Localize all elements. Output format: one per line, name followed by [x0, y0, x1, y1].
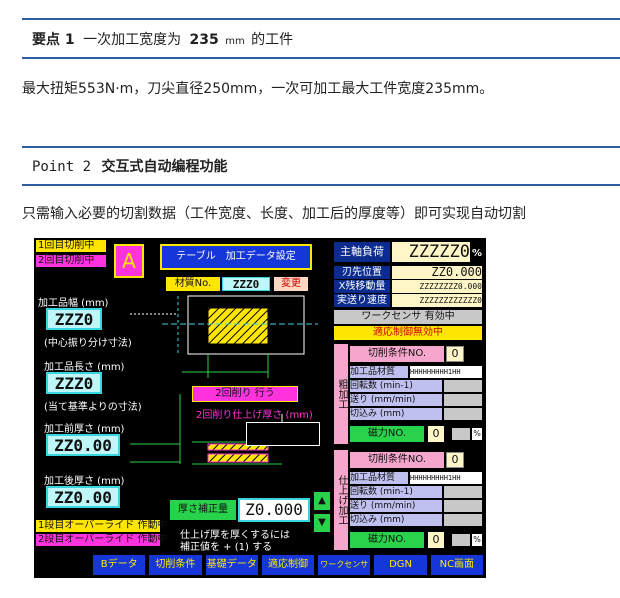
- spindle-load-unit: %: [472, 248, 483, 259]
- finish-feed-label: 送り (mm/min): [350, 500, 442, 512]
- finish-material-value: HHHHHHHHH1HH: [410, 472, 482, 484]
- material-label: 材質No.: [166, 277, 220, 291]
- rough-depth-label: 切込み (mm): [350, 408, 442, 420]
- rough-feed-value: [444, 394, 482, 406]
- section1-title-num: 235: [189, 32, 219, 48]
- tab-adaptive-control[interactable]: 適応制御: [260, 554, 316, 576]
- tab-nc-screen[interactable]: NC画面: [429, 554, 484, 576]
- finish-feed-value: [444, 500, 482, 512]
- material-input[interactable]: ZZZ0: [222, 277, 270, 291]
- adaptive-control-status: 適応制御無効中: [334, 326, 482, 340]
- correction-down-button[interactable]: ▼: [314, 514, 330, 532]
- rough-rpm-value: [444, 380, 482, 392]
- tab-b-data[interactable]: Bデータ: [92, 554, 147, 576]
- overdrive-stage-2: 2段目オーバーライド 作動中: [36, 534, 168, 546]
- work-length-input[interactable]: ZZZ0: [46, 372, 102, 394]
- second-cut-thickness-label: 2回削り仕上げ厚さ (mm): [196, 410, 313, 421]
- section2-top-rule: [22, 146, 620, 148]
- section1-heading: 要点 1 一次加工宽度为 235 mm 的工件: [32, 29, 293, 49]
- rough-mag-bar: [452, 428, 470, 440]
- rough-material-value: HHHHHHHHH1HH: [410, 366, 482, 378]
- finish-percent: %: [472, 534, 482, 546]
- thickness-correction-input[interactable]: Z0.000: [238, 498, 310, 522]
- rough-material-label: 加工品材質: [350, 366, 408, 378]
- work-sensor-status: ワークセンサ 有効中: [334, 310, 482, 324]
- rough-vertical-label: 粗加工: [334, 344, 348, 444]
- section1-prefix: 要点 1: [32, 32, 75, 48]
- cnc-screen: 1回目切削中 2回目切削中 A テーブル 加工データ設定 材質No. ZZZ0 …: [34, 238, 486, 578]
- feed-speed-label: 実送り速度: [334, 294, 390, 307]
- section2-bottom-rule: [22, 184, 620, 186]
- rough-mag-input[interactable]: 0: [428, 426, 444, 442]
- section2-title: 交互式自动编程功能: [101, 159, 228, 175]
- spindle-load-label: 主軸負荷: [334, 242, 390, 262]
- section1-top-rule: [22, 18, 620, 20]
- change-button[interactable]: 変更: [274, 277, 308, 291]
- section1-title-a: 一次加工宽度为: [83, 32, 182, 48]
- x-remaining-label: X残移動量: [334, 280, 390, 293]
- status-second-cut: 2回目切削中: [36, 255, 106, 267]
- overdrive-stage-1: 1段目オーバーライド 作動中: [36, 520, 168, 532]
- finish-rpm-label: 回転数 (min-1): [350, 486, 442, 498]
- finish-vertical-label: 仕上げ加工: [334, 450, 348, 550]
- finish-rpm-value: [444, 486, 482, 498]
- pre-thickness-input[interactable]: ZZ0.00: [46, 434, 120, 456]
- tool-pos-label: 刃先位置: [334, 266, 390, 279]
- finish-cond-input[interactable]: 0: [446, 452, 464, 468]
- section1-bottom-rule: [22, 57, 620, 59]
- post-thickness-input[interactable]: ZZ0.00: [46, 486, 120, 508]
- thickness-correction-label: 厚さ補正量: [170, 500, 236, 520]
- finish-depth-value: [444, 514, 482, 526]
- tab-dgn[interactable]: DGN: [373, 554, 428, 576]
- work-length-label: 加工品長さ (mm): [44, 362, 125, 373]
- section2-prefix: Point 2: [32, 159, 92, 175]
- correction-up-button[interactable]: ▲: [314, 492, 330, 510]
- section2-body: 只需输入必要的切割数据（工件宽度、长度、加工后的厚度等）即可实现自动切割: [22, 206, 526, 222]
- finish-cond-label: 切削条件NO.: [350, 452, 444, 468]
- section1-title-unit: mm: [225, 36, 245, 47]
- status-first-cut: 1回目切削中: [36, 240, 106, 252]
- post-thickness-label: 加工後厚さ (mm): [44, 476, 125, 487]
- rough-depth-value: [444, 408, 482, 420]
- rough-mag-label: 磁力NO.: [350, 426, 424, 442]
- tab-cutting-conditions[interactable]: 切削条件: [148, 554, 203, 576]
- section1-title-b: 的工件: [251, 32, 294, 48]
- screen-title: テーブル 加工データ設定: [160, 244, 312, 270]
- feed-speed-value: ZZZZZZZZZZZZ0: [392, 294, 482, 307]
- finish-mag-label: 磁力NO.: [350, 532, 424, 548]
- work-width-label: 加工品幅 (mm): [38, 298, 109, 309]
- rough-percent: %: [472, 428, 482, 440]
- second-cut-thickness-input[interactable]: [246, 422, 320, 446]
- work-width-note: (中心振り分け寸法): [44, 338, 132, 349]
- section2-heading: Point 2 交互式自动编程功能: [32, 156, 227, 176]
- mode-indicator: A: [114, 244, 144, 278]
- rough-feed-label: 送り (mm/min): [350, 394, 442, 406]
- finish-material-label: 加工品材質: [350, 472, 408, 484]
- correction-note-2: 補正値を + (1) する: [180, 542, 273, 553]
- work-width-input[interactable]: ZZZ0: [46, 308, 102, 330]
- x-remaining-value: ZZZZZZZZ0.000: [392, 280, 482, 293]
- finish-depth-label: 切込み (mm): [350, 514, 442, 526]
- rough-cond-label: 切削条件NO.: [350, 346, 444, 362]
- tab-basic-data[interactable]: 基礎データ: [204, 554, 259, 576]
- rough-rpm-label: 回転数 (min-1): [350, 380, 442, 392]
- finish-mag-input[interactable]: 0: [428, 532, 444, 548]
- finish-mag-bar: [452, 534, 470, 546]
- tab-work-sensor[interactable]: ワークセンサ: [317, 554, 372, 576]
- spindle-load-value: ZZZZZ0: [392, 242, 470, 262]
- section1-body: 最大扭矩553N·m，刀尖直径250mm，一次可加工最大工件宽度235mm。: [22, 81, 494, 97]
- rough-cond-input[interactable]: 0: [446, 346, 464, 362]
- tool-pos-value: ZZ0.000: [392, 266, 482, 279]
- second-cut-button[interactable]: 2回削り 行う: [192, 386, 298, 402]
- bottom-tab-bar: Bデータ 切削条件 基礎データ 適応制御 ワークセンサ DGN NC画面: [92, 554, 484, 576]
- pre-thickness-label: 加工前厚さ (mm): [44, 424, 125, 435]
